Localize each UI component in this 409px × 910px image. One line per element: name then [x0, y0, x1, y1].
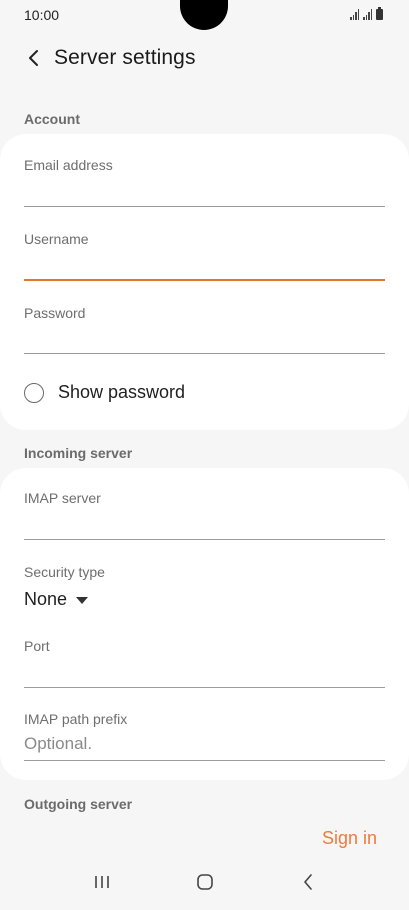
imap-server-input[interactable] — [24, 510, 385, 538]
show-password-label: Show password — [58, 382, 186, 402]
page-title: Server settings — [54, 46, 196, 69]
imap-prefix-field: IMAP path prefix — [24, 711, 385, 761]
nav-back-icon — [303, 874, 312, 890]
imap-prefix-underline — [24, 760, 385, 761]
show-password-checkbox[interactable]: Show password — [24, 382, 185, 403]
signal-icon — [350, 9, 359, 20]
email-label: Email address — [24, 157, 113, 173]
status-icons — [350, 7, 383, 20]
incoming-card: IMAP server Security type None Port IMAP… — [0, 468, 409, 780]
battery-icon — [376, 7, 383, 20]
imap-server-field: IMAP server — [24, 490, 385, 540]
back-button[interactable] — [16, 40, 52, 76]
imap-prefix-label: IMAP path prefix — [24, 711, 128, 727]
password-label: Password — [24, 305, 86, 321]
username-underline — [24, 279, 385, 281]
nav-back-button[interactable] — [288, 862, 328, 902]
port-input[interactable] — [24, 658, 385, 686]
port-label: Port — [24, 638, 50, 654]
security-type-value: None — [24, 589, 68, 609]
password-field: Password — [24, 305, 385, 355]
status-time: 10:00 — [24, 7, 60, 23]
security-type-label: Security type — [24, 564, 105, 580]
port-underline — [24, 687, 385, 688]
imap-prefix-input[interactable] — [24, 730, 385, 758]
email-field: Email address — [24, 157, 385, 207]
dropdown-arrow-icon — [76, 596, 89, 604]
navigation-bar — [0, 854, 409, 910]
app-bar: Server settings — [0, 36, 409, 80]
screen: 10:00 Server settings Account Email addr… — [0, 0, 409, 910]
recents-icon — [94, 876, 109, 888]
signal-icon-2 — [363, 9, 372, 20]
chevron-left-icon — [29, 50, 38, 66]
section-label-outgoing: Outgoing server — [24, 796, 133, 812]
username-label: Username — [24, 231, 89, 247]
section-label-incoming: Incoming server — [24, 445, 133, 461]
home-icon — [196, 874, 213, 890]
section-label-account: Account — [24, 111, 80, 127]
email-input[interactable] — [24, 177, 385, 205]
checkbox-circle-icon — [24, 382, 44, 403]
security-type-field: Security type — [24, 564, 385, 584]
username-field: Username — [24, 231, 385, 281]
username-input[interactable] — [24, 251, 385, 279]
email-underline — [24, 206, 385, 207]
password-underline — [24, 353, 385, 354]
account-card: Email address Username Password Show pas… — [0, 134, 409, 430]
imap-server-underline — [24, 539, 385, 540]
security-type-dropdown[interactable]: None — [24, 589, 89, 610]
recents-button[interactable] — [82, 862, 122, 902]
password-input[interactable] — [24, 325, 385, 353]
imap-server-label: IMAP server — [24, 490, 101, 506]
home-button[interactable] — [185, 862, 225, 902]
port-field: Port — [24, 638, 385, 688]
sign-in-button[interactable]: Sign in — [322, 828, 377, 849]
